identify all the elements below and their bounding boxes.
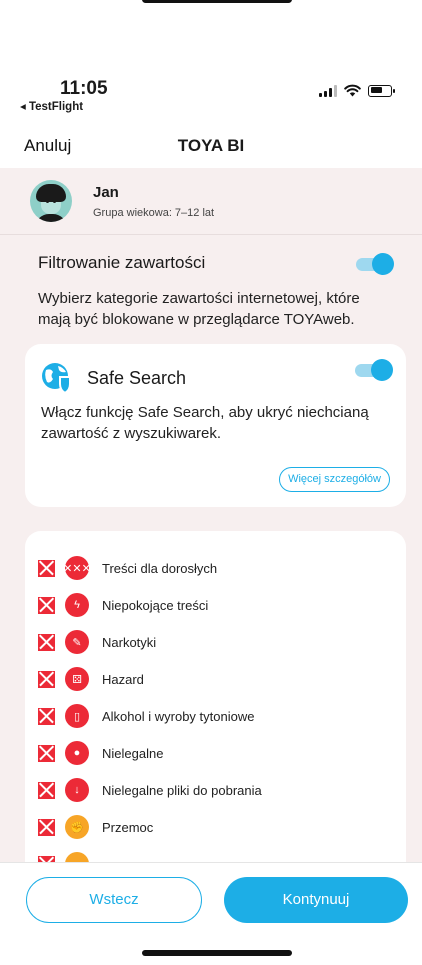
category-row-illegal[interactable]: ● Nielegalne [38,740,163,766]
globe-shield-icon [42,363,71,394]
home-indicator [142,950,292,956]
safe-search-toggle[interactable] [355,359,393,381]
blocked-checkbox[interactable] [38,596,55,614]
battery-icon [368,84,395,97]
blocked-checkbox[interactable] [38,707,55,725]
category-row-partial[interactable] [38,851,89,862]
safe-search-description: Włącz funkcję Safe Search, aby ukryć nie… [41,404,369,442]
status-time: 11:05 [60,78,108,99]
dice-icon: ⚄ [65,667,89,691]
thief-icon: ● [65,741,89,765]
category-row-illegal-downloads[interactable]: ↓ Nielegalne pliki do pobrania [38,777,262,803]
top-notch-bar [142,0,292,3]
status-bar: 11:05 ◂ TestFlight [0,78,422,118]
safe-search-card: Safe Search Włącz funkcję Safe Search, a… [25,344,406,507]
blocked-checkbox[interactable] [38,633,55,651]
bottle-icon: ▯ [65,704,89,728]
xxx-icon: ✕✕✕ [63,556,91,580]
category-row-adult[interactable]: ✕✕✕ Treści dla dorosłych [38,555,217,581]
profile-name: Jan [93,184,119,201]
content-filter-title: Filtrowanie zawartości [38,253,206,272]
cellular-signal-icon [319,84,337,97]
status-icons [319,84,395,97]
syringe-icon: ✎ [65,630,89,654]
blocked-checkbox[interactable] [38,559,55,577]
continue-button[interactable]: Kontynuuj [224,877,408,923]
blocked-checkbox[interactable] [38,781,55,799]
category-label: Narkotyki [102,634,157,650]
blocked-checkbox[interactable] [38,744,55,762]
category-label: Nielegalne [102,745,164,761]
child-profile-header: Jan Grupa wiekowa: 7–12 lat [0,168,422,235]
category-row-violence[interactable]: ✊ Przemoc [38,814,153,840]
content-filter-description: Wybierz kategorie zawartości internetowe… [38,290,360,328]
blocked-checkbox[interactable] [38,818,55,836]
category-label: Treści dla dorosłych [102,560,218,576]
category-label: Hazard [102,671,144,687]
blocked-checkbox[interactable] [38,670,55,688]
navigation-bar: Anuluj TOYA BI [0,134,422,164]
category-label: Alkohol i wyroby tytoniowe [102,708,255,724]
category-label: Niepokojące treści [102,597,209,613]
profile-age-group: Grupa wiekowa: 7–12 lat [93,207,215,219]
wifi-icon [344,84,361,97]
content-panel: Jan Grupa wiekowa: 7–12 lat Filtrowanie … [0,168,422,862]
category-list-card: ✕✕✕ Treści dla dorosłych ϟ Niepokojące t… [25,531,406,862]
download-icon: ↓ [65,778,89,802]
category-row-disturbing[interactable]: ϟ Niepokojące treści [38,592,208,618]
more-details-button[interactable]: Więcej szczegółów [279,467,390,492]
category-icon [65,852,89,862]
category-row-gambling[interactable]: ⚄ Hazard [38,666,144,692]
page-title: TOYA BI [177,136,245,155]
safe-search-title: Safe Search [87,368,187,388]
category-label: Przemoc [102,819,154,835]
lightning-icon: ϟ [65,593,89,617]
bottom-action-bar: Wstecz Kontynuuj [0,862,422,942]
back-button[interactable]: Wstecz [26,877,202,923]
content-filter-toggle[interactable] [356,253,394,275]
back-to-testflight-link[interactable]: ◂ TestFlight [20,99,83,113]
avatar [30,180,72,222]
category-row-alcohol[interactable]: ▯ Alkohol i wyroby tytoniowe [38,703,254,729]
category-row-drugs[interactable]: ✎ Narkotyki [38,629,156,655]
fist-icon: ✊ [65,815,89,839]
category-label: Nielegalne pliki do pobrania [102,782,262,798]
